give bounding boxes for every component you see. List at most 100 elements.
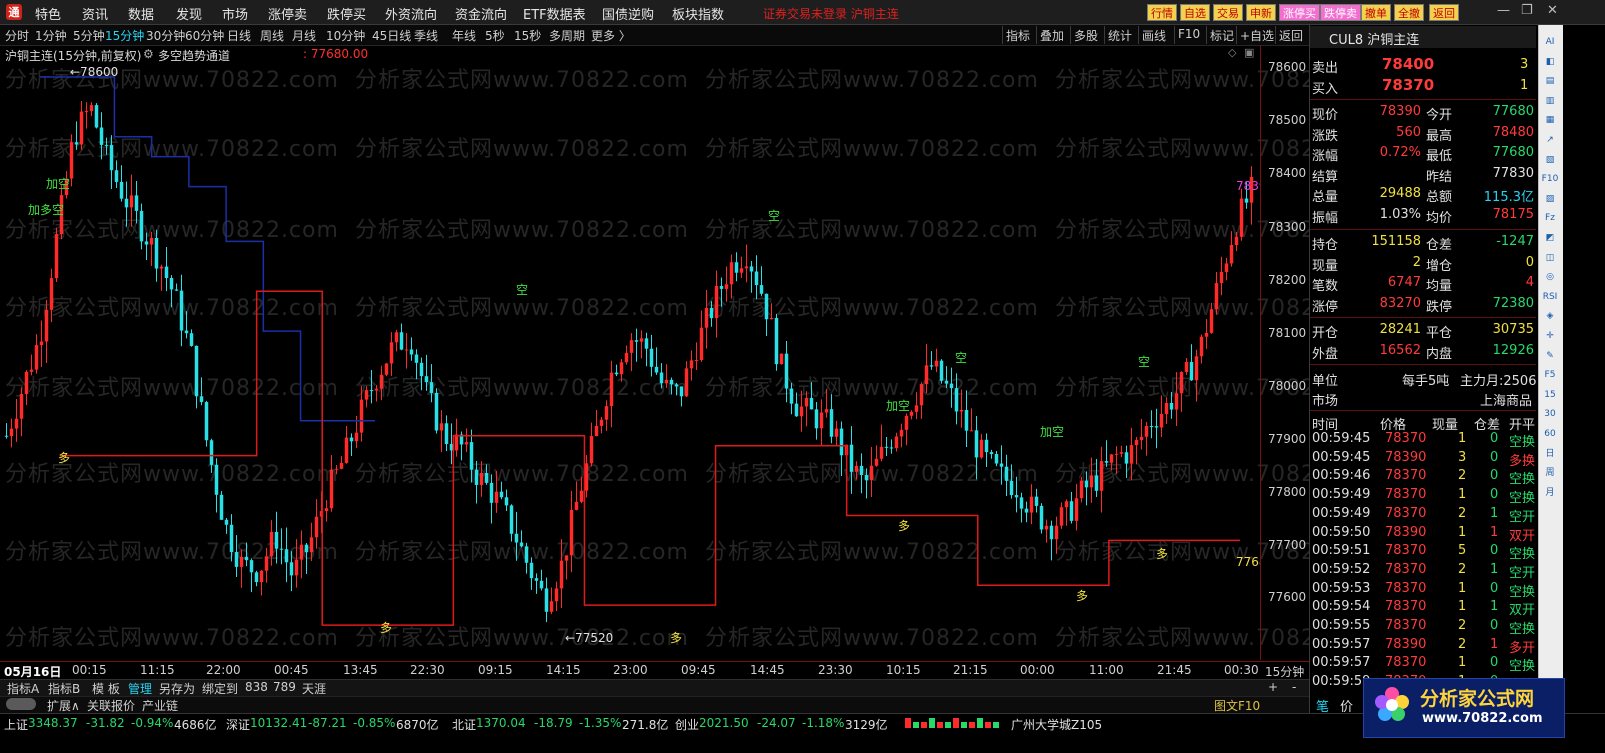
menu-item[interactable]: 外资流向 xyxy=(385,4,437,23)
candle-body[interactable] xyxy=(629,340,634,353)
candle-body[interactable] xyxy=(684,368,689,397)
period-tab[interactable]: 更多 〉 xyxy=(591,27,631,44)
candle-body[interactable] xyxy=(1134,440,1139,446)
candle-body[interactable] xyxy=(244,556,249,561)
candle-body[interactable] xyxy=(999,463,1004,467)
menu-item[interactable]: ETF数据表 xyxy=(523,4,586,23)
candle-body[interactable] xyxy=(884,446,889,448)
candle-body[interactable] xyxy=(469,442,474,470)
quick-button[interactable]: 跌停卖 xyxy=(1320,4,1361,21)
candle-body[interactable] xyxy=(669,379,674,385)
candle-body[interactable] xyxy=(639,338,644,342)
candle-body[interactable] xyxy=(1054,525,1059,540)
candle-body[interactable] xyxy=(239,556,244,567)
candle-body[interactable] xyxy=(1009,480,1014,496)
candle-body[interactable] xyxy=(74,142,79,145)
candle-body[interactable] xyxy=(709,307,714,319)
candle-body[interactable] xyxy=(1214,283,1219,310)
close-icon[interactable]: ✕ xyxy=(1547,3,1558,18)
candle-body[interactable] xyxy=(724,284,729,289)
candle-body[interactable] xyxy=(294,559,299,576)
candle-body[interactable] xyxy=(399,332,404,350)
candle-body[interactable] xyxy=(139,210,144,242)
diamond-icon[interactable]: ◇ xyxy=(1228,46,1236,59)
candle-body[interactable] xyxy=(124,198,129,208)
candle-body[interactable] xyxy=(934,360,939,367)
candle-body[interactable] xyxy=(1209,309,1214,333)
toolbar-button[interactable]: 标记 xyxy=(1210,27,1234,44)
candle-body[interactable] xyxy=(879,446,884,459)
quick-button[interactable]: 自选 xyxy=(1180,4,1210,21)
side-tool-icon[interactable]: ▨ xyxy=(1541,190,1559,208)
candle-body[interactable] xyxy=(429,382,434,393)
candle-body[interactable] xyxy=(24,371,29,394)
candle-body[interactable] xyxy=(329,469,334,509)
candle-body[interactable] xyxy=(1149,426,1154,428)
zoom-out-icon[interactable]: - xyxy=(1292,680,1296,694)
candle-body[interactable] xyxy=(1089,475,1094,488)
candle-body[interactable] xyxy=(144,241,149,245)
candle-body[interactable] xyxy=(259,570,264,583)
candle-body[interactable] xyxy=(1164,402,1169,414)
candle-body[interactable] xyxy=(764,293,769,320)
candle-body[interactable] xyxy=(1154,426,1159,428)
candle-body[interactable] xyxy=(334,468,339,470)
candle-body[interactable] xyxy=(369,390,374,392)
period-tab[interactable]: 周线 xyxy=(260,27,284,44)
candle-body[interactable] xyxy=(339,462,344,469)
quote-symbol[interactable]: CUL8 沪铜主连 xyxy=(1329,29,1419,48)
candle-body[interactable] xyxy=(4,435,9,437)
candle-body[interactable] xyxy=(1024,508,1029,513)
candle-body[interactable] xyxy=(649,348,654,367)
candle-body[interactable] xyxy=(1174,393,1179,410)
candle-body[interactable] xyxy=(414,354,419,363)
candle-body[interactable] xyxy=(984,439,989,453)
candle-body[interactable] xyxy=(489,482,494,503)
candle-body[interactable] xyxy=(454,434,459,451)
trades-tab[interactable]: 笔 xyxy=(1316,696,1329,715)
candle-body[interactable] xyxy=(439,423,444,431)
candle-body[interactable] xyxy=(1064,501,1069,508)
side-tool-icon[interactable]: 60 xyxy=(1541,425,1559,443)
candle-body[interactable] xyxy=(39,341,44,346)
candle-body[interactable] xyxy=(524,546,529,563)
side-tool-icon[interactable]: ◩ xyxy=(1541,229,1559,247)
toggle-switch[interactable] xyxy=(6,698,36,710)
collapse-icon[interactable]: ▣ xyxy=(1244,46,1254,59)
candle-body[interactable] xyxy=(1119,452,1124,454)
candle-body[interactable] xyxy=(344,437,349,463)
candle-body[interactable] xyxy=(1194,356,1199,381)
menu-item[interactable]: 发现 xyxy=(176,4,202,23)
index-name[interactable]: 创业 xyxy=(675,716,699,733)
candle-body[interactable] xyxy=(134,195,139,211)
period-tab[interactable]: 月线 xyxy=(292,27,316,44)
candle-body[interactable] xyxy=(34,345,39,370)
side-tool-icon[interactable]: ↗ xyxy=(1541,131,1559,149)
side-tool-icon[interactable]: ▤ xyxy=(1541,72,1559,90)
candle-body[interactable] xyxy=(479,472,484,485)
side-tool-icon[interactable]: ▧ xyxy=(1541,151,1559,169)
candle-body[interactable] xyxy=(284,549,289,563)
side-tool-icon[interactable]: ◫ xyxy=(1541,249,1559,267)
candle-body[interactable] xyxy=(179,290,184,331)
candle-body[interactable] xyxy=(794,403,799,417)
candle-body[interactable] xyxy=(549,601,554,612)
candle-body[interactable] xyxy=(484,472,489,483)
candle-body[interactable] xyxy=(809,397,814,410)
candle-body[interactable] xyxy=(409,349,414,355)
candle-body[interactable] xyxy=(614,372,619,375)
candle-body[interactable] xyxy=(194,345,199,397)
indicator-tab[interactable]: 指标A xyxy=(7,680,39,697)
candle-body[interactable] xyxy=(1094,475,1099,491)
candle-body[interactable] xyxy=(864,474,869,481)
candle-body[interactable] xyxy=(779,353,784,365)
candle-body[interactable] xyxy=(154,237,159,269)
candle-body[interactable] xyxy=(249,560,254,573)
candle-body[interactable] xyxy=(769,317,774,320)
quick-button[interactable]: 交易 xyxy=(1213,4,1243,21)
candle-body[interactable] xyxy=(989,452,994,455)
quick-button[interactable]: 返回 xyxy=(1429,4,1459,21)
candle-body[interactable] xyxy=(939,360,944,381)
candle-body[interactable] xyxy=(104,144,109,146)
candle-body[interactable] xyxy=(899,429,904,437)
